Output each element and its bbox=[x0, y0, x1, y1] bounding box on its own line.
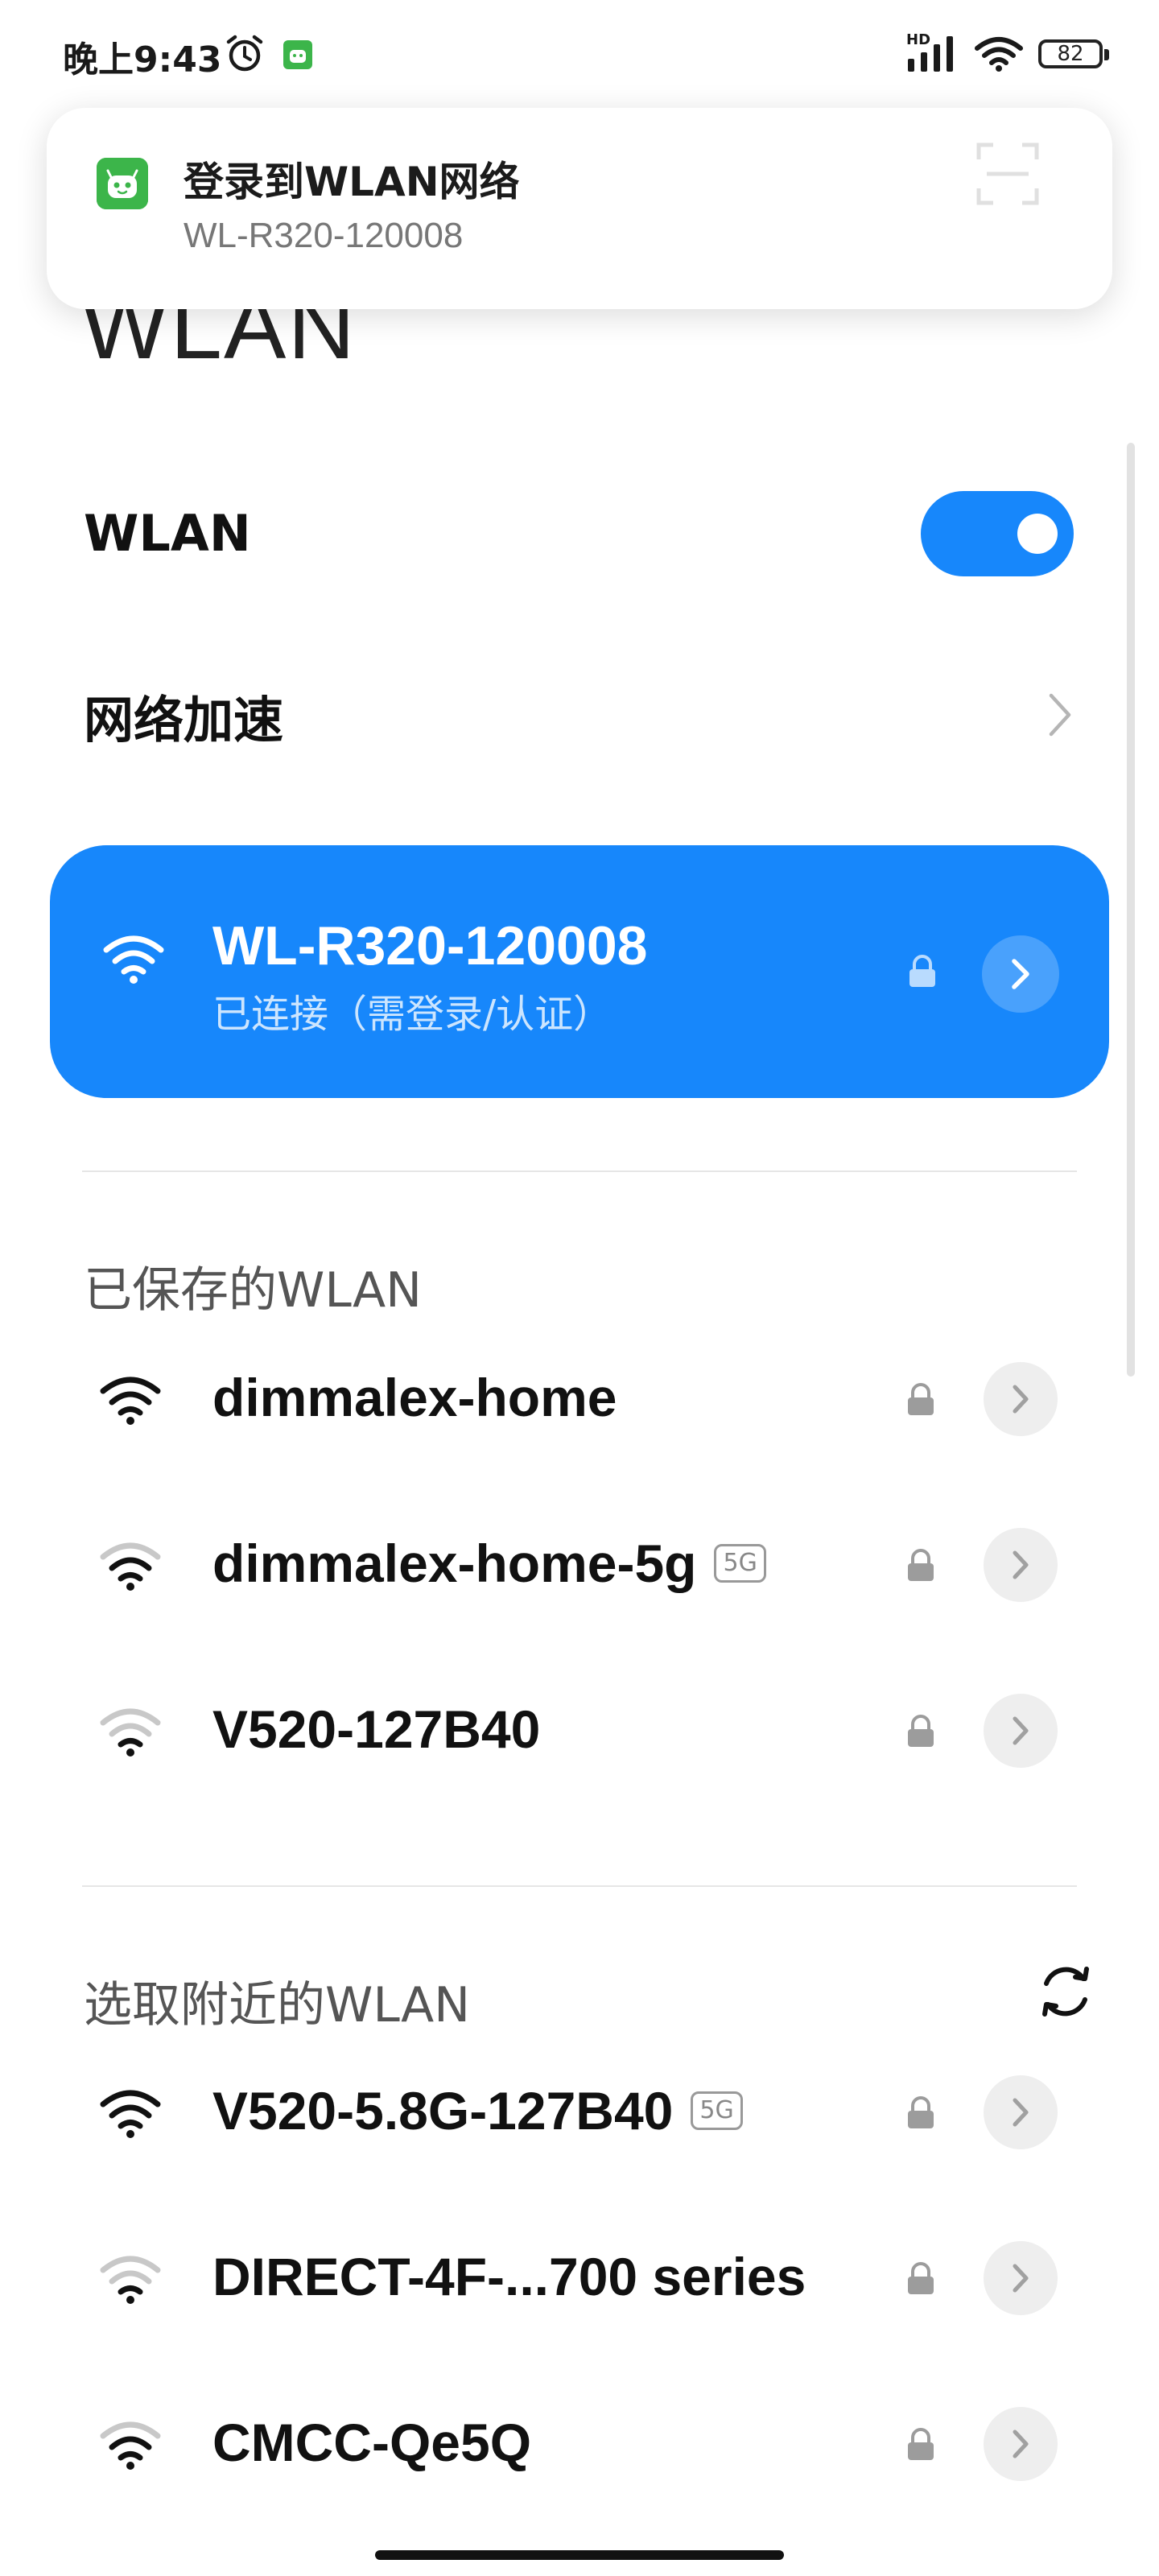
wifi-icon bbox=[100, 2256, 161, 2304]
network-name-text: V520-127B40 bbox=[212, 1699, 541, 1759]
wifi-icon bbox=[103, 935, 164, 984]
android-app-icon bbox=[97, 158, 148, 209]
login-notification[interactable]: 登录到WLAN网络 WL-R320-120008 bbox=[47, 108, 1112, 309]
wifi-icon bbox=[100, 1708, 161, 1757]
lock-icon bbox=[908, 1383, 934, 1415]
status-icons: HD 82 bbox=[906, 31, 1109, 76]
network-name-text: DIRECT-4F-...700 series bbox=[212, 2247, 806, 2306]
wlan-toggle-label: WLAN bbox=[84, 504, 251, 563]
lock-icon bbox=[908, 2096, 934, 2128]
lock-icon bbox=[908, 1549, 934, 1581]
lock-icon bbox=[908, 2262, 934, 2294]
network-name-text: CMCC-Qe5Q bbox=[212, 2413, 532, 2472]
chevron-right-icon bbox=[1013, 2264, 1029, 2293]
nearby-network-row[interactable]: V520-5.8G-127B40 5G bbox=[0, 2040, 1159, 2185]
saved-network-row[interactable]: dimmalex-home bbox=[0, 1327, 1159, 1472]
chevron-right-icon bbox=[1049, 693, 1071, 737]
wifi-icon bbox=[100, 1542, 161, 1591]
wlan-toggle[interactable] bbox=[921, 491, 1074, 576]
network-details-button[interactable] bbox=[984, 2241, 1058, 2315]
notification-subtitle: WL-R320-120008 bbox=[184, 216, 464, 255]
toggle-knob bbox=[1017, 514, 1058, 554]
network-details-button[interactable] bbox=[984, 1694, 1058, 1768]
network-name: dimmalex-home bbox=[212, 1367, 617, 1428]
saved-network-row[interactable]: dimmalex-home-5g 5G bbox=[0, 1492, 1159, 1637]
battery-level: 82 bbox=[1057, 42, 1084, 66]
saved-network-row[interactable]: V520-127B40 bbox=[0, 1658, 1159, 1803]
network-name-text: dimmalex-home bbox=[212, 1368, 617, 1427]
status-time: 晚上9:43 bbox=[63, 39, 222, 80]
chevron-right-icon bbox=[1013, 1716, 1029, 1745]
home-indicator[interactable] bbox=[375, 2550, 784, 2560]
chevron-right-icon bbox=[1012, 959, 1029, 989]
wifi-icon bbox=[100, 1377, 161, 1425]
lock-icon bbox=[908, 1715, 934, 1747]
lock-icon bbox=[909, 955, 935, 987]
nearby-network-row[interactable]: DIRECT-4F-...700 series bbox=[0, 2206, 1159, 2351]
chevron-right-icon bbox=[1013, 1385, 1029, 1414]
network-details-button[interactable] bbox=[984, 1362, 1058, 1436]
scrollbar[interactable] bbox=[1127, 443, 1135, 1377]
divider bbox=[82, 1170, 1077, 1172]
network-name: DIRECT-4F-...700 series bbox=[212, 2246, 806, 2307]
app-notification-icon bbox=[283, 40, 312, 69]
nearby-section-title: 选取附近的WLAN bbox=[84, 1977, 471, 2033]
5g-badge: 5G bbox=[714, 1544, 766, 1583]
saved-section-title: 已保存的WLAN bbox=[84, 1262, 423, 1319]
lock-icon bbox=[908, 2428, 934, 2460]
wifi-icon bbox=[100, 2421, 161, 2470]
alarm-icon bbox=[226, 35, 263, 72]
wifi-status-icon bbox=[975, 37, 1023, 72]
chevron-right-icon bbox=[1013, 2429, 1029, 2458]
battery-icon: 82 bbox=[1038, 39, 1109, 68]
network-details-button[interactable] bbox=[984, 2407, 1058, 2481]
5g-badge: 5G bbox=[691, 2091, 743, 2130]
network-name: CMCC-Qe5Q bbox=[212, 2412, 531, 2473]
network-accel-label: 网络加速 bbox=[84, 691, 284, 749]
network-name-text: V520-5.8G-127B40 bbox=[212, 2081, 674, 2140]
connected-network-name: WL-R320-120008 bbox=[212, 915, 648, 976]
network-name: V520-127B40 bbox=[212, 1699, 540, 1760]
network-name: dimmalex-home-5g 5G bbox=[212, 1533, 766, 1594]
chevron-right-icon bbox=[1013, 1550, 1029, 1579]
hd-signal-icon: HD bbox=[906, 31, 959, 73]
network-details-button[interactable] bbox=[982, 935, 1059, 1013]
notification-title: 登录到WLAN网络 bbox=[184, 159, 520, 205]
hd-label: HD bbox=[906, 31, 931, 48]
network-name-text: dimmalex-home-5g bbox=[212, 1534, 697, 1593]
wifi-icon bbox=[100, 2090, 161, 2138]
chevron-right-icon bbox=[1013, 2098, 1029, 2127]
network-accel-row[interactable]: 网络加速 bbox=[0, 644, 1159, 789]
network-details-button[interactable] bbox=[984, 1528, 1058, 1602]
network-details-button[interactable] bbox=[984, 2075, 1058, 2149]
scan-icon[interactable] bbox=[975, 142, 1040, 206]
connected-network-card[interactable]: WL-R320-120008 已连接（需登录/认证） bbox=[50, 845, 1109, 1098]
divider bbox=[82, 1885, 1077, 1887]
connected-network-status: 已连接（需登录/认证） bbox=[212, 992, 612, 1037]
network-name: V520-5.8G-127B40 5G bbox=[212, 2080, 743, 2141]
nearby-network-row[interactable]: CMCC-Qe5Q bbox=[0, 2372, 1159, 2516]
refresh-icon[interactable] bbox=[1033, 1959, 1098, 2024]
